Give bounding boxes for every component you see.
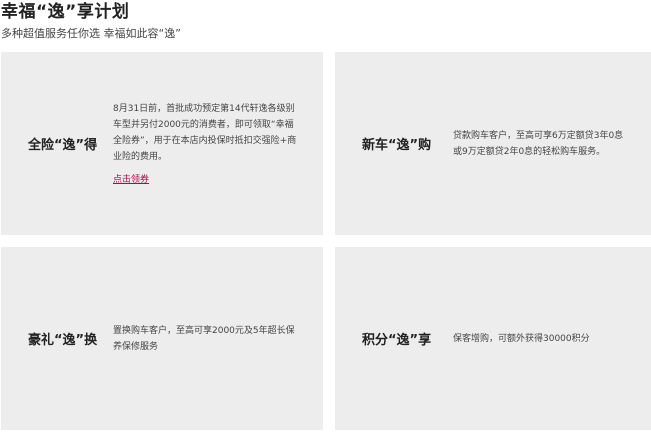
card-description: 8月31日前，首批成功预定第14代轩逸各级别车型并另付2000元的消费者，即可领…	[113, 103, 297, 162]
card-body: 保客增购，可额外获得30000积分	[453, 331, 651, 347]
card-title: 积分“逸”享	[362, 333, 432, 348]
card-body: 贷款购车客户，至高可享6万定额贷3年0息或9万定额贷2年0息的轻松购车服务。	[453, 128, 651, 160]
page: 幸福“逸”享计划 多种超值服务任你选 幸福如此容“逸” 全险“逸”得 8月31日…	[0, 0, 651, 433]
benefit-card-insurance: 全险“逸”得 8月31日前，首批成功预定第14代轩逸各级别车型并另付2000元的…	[1, 52, 323, 235]
card-description: 保客增购，可额外获得30000积分	[453, 333, 590, 344]
page-title: 幸福“逸”享计划	[1, 2, 130, 22]
card-description: 贷款购车客户，至高可享6万定额贷3年0息或9万定额贷2年0息的轻松购车服务。	[453, 130, 624, 157]
claim-coupon-link[interactable]: 点击领券	[113, 173, 149, 187]
card-body: 置换购车客户，至高可享2000元及5年超长保养保修服务	[113, 323, 323, 355]
card-title: 豪礼“逸”换	[28, 333, 98, 348]
benefit-card-trade-in: 豪礼“逸”换 置换购车客户，至高可享2000元及5年超长保养保修服务	[1, 247, 323, 430]
card-title: 新车“逸”购	[362, 138, 432, 153]
page-subtitle: 多种超值服务任你选 幸福如此容“逸”	[1, 27, 181, 40]
card-body: 8月31日前，首批成功预定第14代轩逸各级别车型并另付2000元的消费者，即可领…	[113, 101, 323, 187]
benefit-card-new-car: 新车“逸”购 贷款购车客户，至高可享6万定额贷3年0息或9万定额贷2年0息的轻松…	[335, 52, 651, 235]
card-title: 全险“逸”得	[28, 138, 98, 153]
benefit-card-points: 积分“逸”享 保客增购，可额外获得30000积分	[335, 247, 651, 430]
card-description: 置换购车客户，至高可享2000元及5年超长保养保修服务	[113, 325, 295, 352]
